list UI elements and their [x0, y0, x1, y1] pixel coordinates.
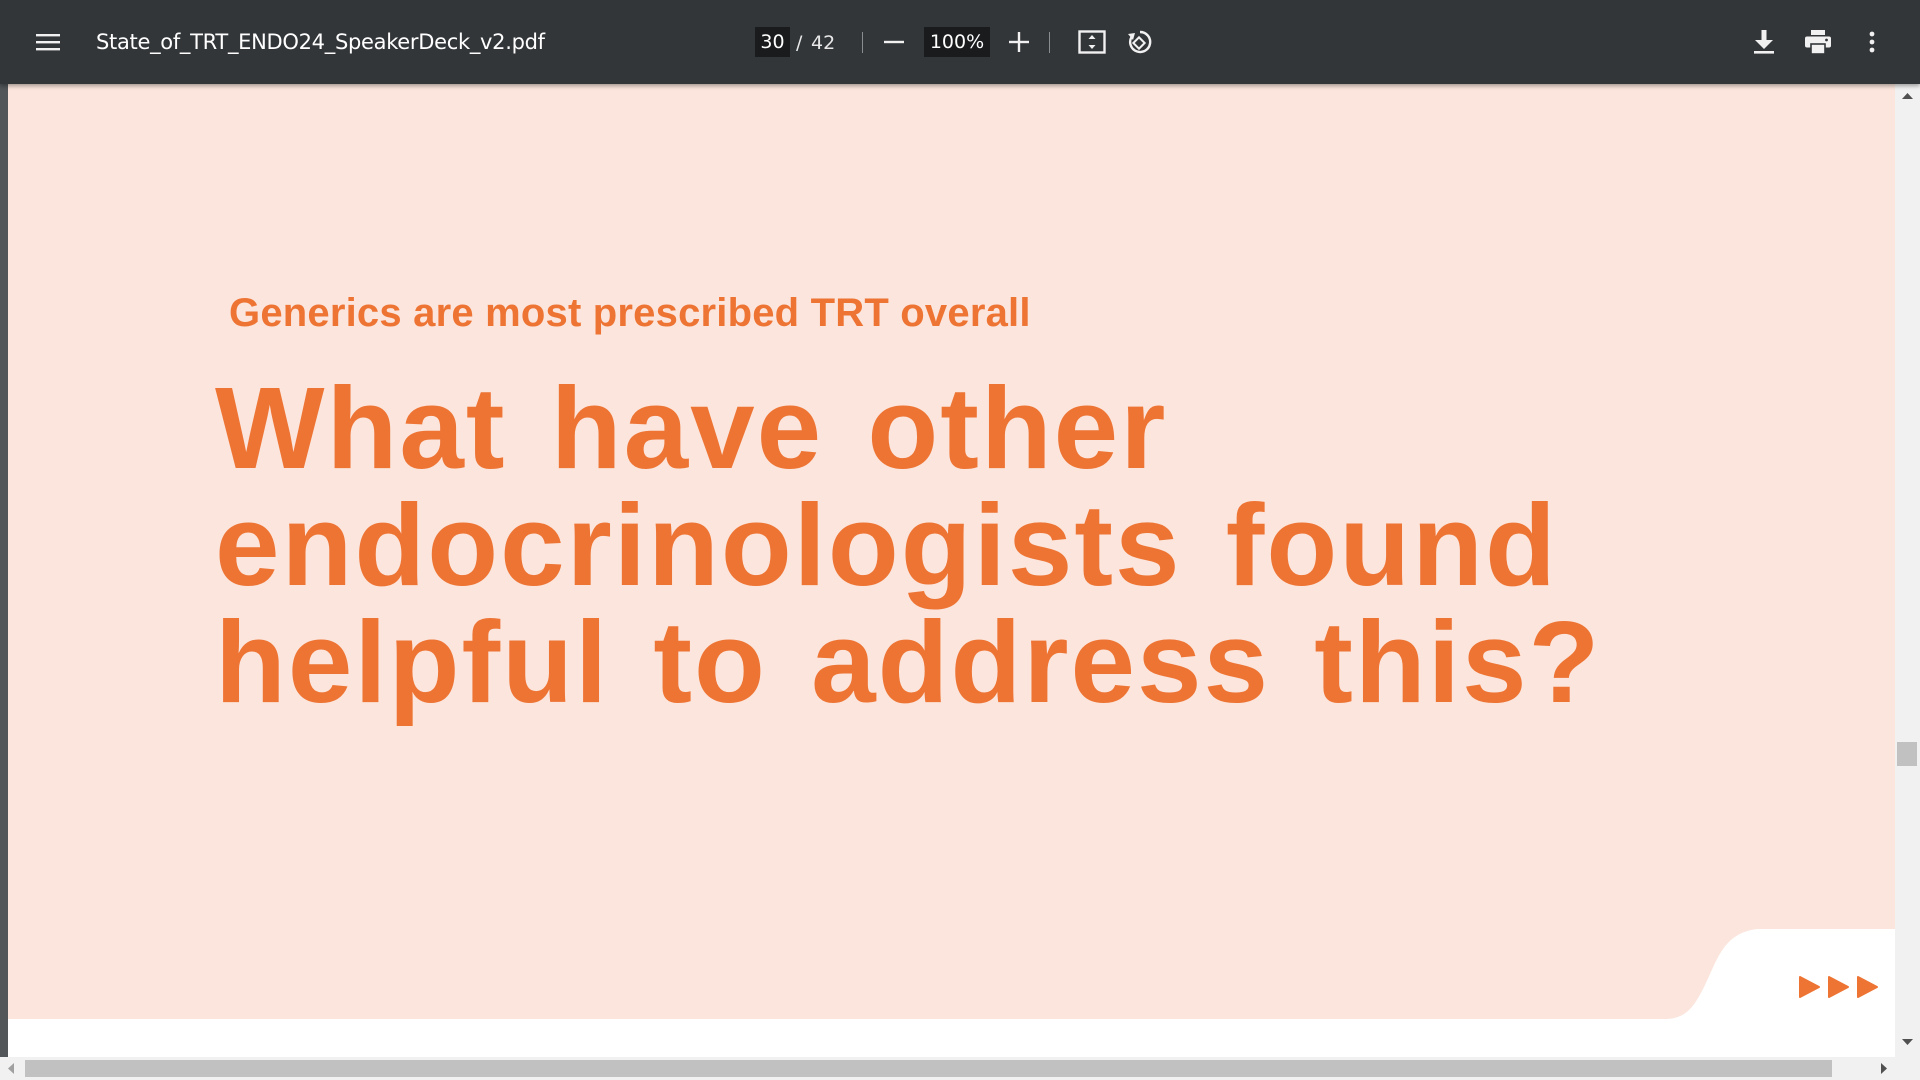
toolbar-divider	[862, 32, 863, 53]
play-arrows-icon	[1798, 975, 1879, 999]
scroll-left-icon[interactable]	[7, 1063, 15, 1074]
pdf-toolbar: State_of_TRT_ENDO24_SpeakerDeck_v2.pdf /…	[0, 0, 1920, 84]
print-icon	[1805, 30, 1831, 54]
slide-headline: What have other endocrinologists found h…	[215, 370, 1815, 721]
zoom-level-input[interactable]	[924, 27, 990, 57]
fit-to-page-icon	[1078, 30, 1106, 54]
document-title: State_of_TRT_ENDO24_SpeakerDeck_v2.pdf	[96, 30, 545, 54]
plus-icon	[1009, 32, 1029, 52]
page-total: 42	[811, 32, 836, 54]
horizontal-scroll-thumb[interactable]	[25, 1060, 1832, 1077]
scroll-down-icon[interactable]	[1902, 1038, 1913, 1046]
zoom-in-button[interactable]	[1000, 22, 1038, 62]
rotate-button[interactable]	[1120, 22, 1160, 62]
zoom-out-button[interactable]	[876, 22, 912, 62]
more-vert-icon	[1869, 31, 1875, 53]
slide-corner-tab	[1665, 929, 1895, 1019]
hamburger-icon	[36, 34, 60, 51]
download-icon	[1754, 30, 1774, 54]
scroll-up-icon[interactable]	[1902, 92, 1913, 100]
vertical-scrollbar[interactable]	[1895, 84, 1920, 1060]
slide-headline-line: endocrinologists found	[215, 480, 1558, 610]
toolbar-divider	[1049, 32, 1050, 53]
fit-to-page-button[interactable]	[1072, 22, 1112, 62]
slide-headline-line: helpful to address this?	[215, 597, 1602, 727]
vertical-scroll-thumb[interactable]	[1897, 742, 1917, 766]
page-gap	[8, 1019, 1895, 1059]
slide-headline-line: What have other	[215, 363, 1168, 493]
more-actions-button[interactable]	[1852, 22, 1892, 62]
menu-button[interactable]	[28, 22, 68, 62]
minus-icon	[884, 40, 904, 44]
page-number-input[interactable]	[755, 27, 790, 57]
viewer-left-edge	[0, 84, 8, 1060]
slide-subtitle: Generics are most prescribed TRT overall	[229, 291, 1031, 335]
pdf-page: Generics are most prescribed TRT overall…	[8, 84, 1895, 1019]
page-separator: /	[796, 32, 803, 54]
print-button[interactable]	[1798, 22, 1838, 62]
rotate-icon	[1128, 30, 1152, 54]
scroll-right-icon[interactable]	[1880, 1063, 1888, 1074]
download-button[interactable]	[1744, 22, 1784, 62]
